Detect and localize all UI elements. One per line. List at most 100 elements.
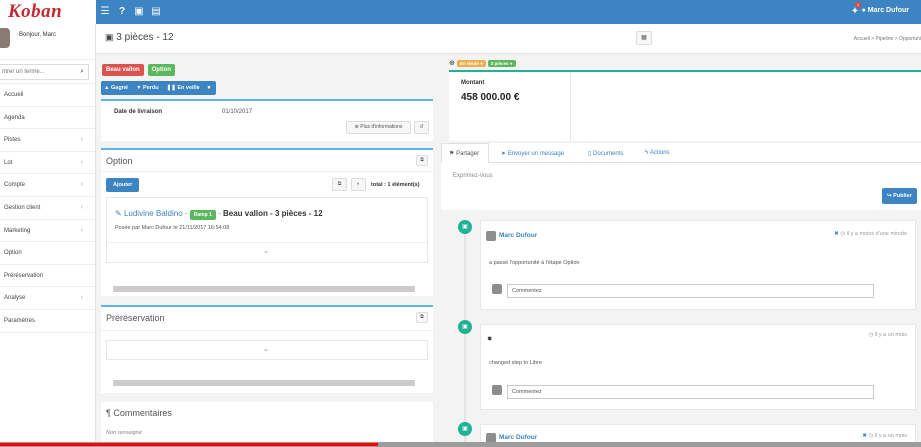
sidebar-item-param-tres[interactable]: Paramètres	[0, 310, 95, 333]
user-menu[interactable]: ● Marc Dufour	[862, 7, 909, 14]
horizontal-scrollbar[interactable]	[113, 380, 415, 386]
timeline-money-icon: ▣	[458, 220, 472, 234]
timeline-money-icon: ▣	[458, 422, 472, 436]
search-icon[interactable]: ⌕	[80, 68, 84, 76]
chevron-down-icon[interactable]: ⌄	[263, 247, 269, 255]
sidebar-item-label: Marketing	[4, 227, 31, 234]
sidebar-item-label: Paramètres	[4, 317, 36, 324]
comments-panel: ¶ Commentaires Non renseigné	[101, 402, 433, 442]
refresh-button[interactable]: ◐	[351, 178, 366, 191]
prereservation-list: ⌄	[106, 340, 428, 360]
more-info-button[interactable]: ⊕ Plus d'informations	[346, 121, 411, 134]
sidebar-item-option[interactable]: Option	[0, 242, 95, 265]
timeline-author[interactable]: Marc Dufour	[499, 434, 537, 441]
copy-icon[interactable]: ⧉	[416, 312, 428, 323]
prereservation-title: Préréservation	[106, 313, 165, 323]
close-icon[interactable]: ✖	[862, 433, 867, 439]
won-label: Gagné	[110, 85, 129, 91]
chevron-left-icon: ‹	[80, 136, 83, 144]
sidebar-item-pr-r-servation[interactable]: Préréservation	[0, 265, 95, 288]
plus-circle-icon[interactable]: ⊕	[449, 60, 455, 67]
chevron-left-icon: ‹	[80, 203, 83, 211]
divider	[570, 72, 571, 141]
tab-actions[interactable]: ϟ Actions	[645, 150, 670, 156]
avatar[interactable]	[0, 28, 10, 48]
won-button[interactable]: ▲ Gagné	[101, 81, 132, 95]
amount-panel: Montant 458 000.00 €	[449, 72, 921, 141]
timeline-text: changed step to Libre	[489, 360, 542, 366]
lost-button[interactable]: ▼ Perdu	[133, 81, 162, 95]
prereservation-panel: Préréservation ⧉ ⌄	[101, 305, 433, 393]
money-icon[interactable]: ▣	[133, 5, 145, 19]
sidebar-item-accueil[interactable]: Accueil	[0, 84, 95, 107]
trash-icon[interactable]: ▤	[150, 5, 162, 19]
timeline-time-text: il y a un mois	[874, 332, 907, 338]
hamburger-icon[interactable]: ☰	[99, 5, 111, 19]
comments-empty: Non renseigné	[106, 430, 142, 436]
share-input[interactable]: Exprimez-vous	[453, 173, 493, 179]
grid-button[interactable]: ▦	[636, 31, 652, 45]
flag-icon: ⚑	[449, 151, 455, 157]
sidebar-item-label: Accueil	[4, 92, 24, 98]
add-option-button[interactable]: Ajouter	[106, 178, 140, 192]
clock-icon: ◷	[840, 231, 846, 237]
pause-icon: ❚❚	[166, 85, 176, 91]
dropdown-toggle[interactable]: ▾	[204, 81, 214, 95]
sidebar-item-label: Pistes	[4, 137, 21, 144]
sidebar-item-lot[interactable]: Lot ‹	[0, 152, 95, 175]
comment-input[interactable]: Commentez	[507, 385, 874, 399]
publish-label: Publier	[893, 193, 912, 199]
breadcrumb[interactable]: Accueil > Pipeline > Opportuni	[854, 36, 921, 42]
timeline-author[interactable]: Marc Dufour	[499, 232, 537, 239]
copy-button[interactable]: ⧉	[332, 178, 347, 191]
clock-icon: ◷	[868, 332, 874, 338]
comments-title: ¶ Commentaires	[106, 408, 172, 418]
timeline-line	[464, 223, 466, 447]
publish-button[interactable]: ↪ Publier	[882, 188, 917, 204]
tabs-line	[489, 162, 921, 163]
sidebar-item-agenda[interactable]: Agenda	[0, 107, 95, 130]
paragraph-icon: ¶	[106, 408, 111, 418]
undo-button[interactable]: ↺	[414, 121, 429, 134]
copy-icon[interactable]: ⧉	[416, 155, 428, 166]
sidebar-item-analyse[interactable]: Analyse ‹	[0, 287, 95, 310]
avatar[interactable]	[486, 231, 496, 241]
sidebar-item-gestion-client[interactable]: Gestion client ‹	[0, 197, 95, 220]
sidebar-item-label: Préréservation	[4, 272, 44, 279]
labels-row: Beau vallon Option	[102, 64, 175, 76]
page-header: ▣ 3 pièces - 12 ▦ Accueil > Pipeline > O…	[96, 24, 921, 54]
tab-share[interactable]: ⚑ Partager	[449, 150, 479, 157]
close-icon[interactable]: ✖	[834, 231, 839, 237]
tab-documents[interactable]: ▯ Documents	[588, 150, 623, 157]
standby-button[interactable]: ❚❚ En veille	[163, 81, 203, 95]
video-progress-fill	[0, 443, 378, 446]
comment-input[interactable]: Commentez	[507, 284, 874, 298]
details-panel: Date de livraison 01/10/2017 ⊕ Plus d'in…	[101, 99, 433, 141]
sidebar-item-label: Agenda	[4, 114, 25, 121]
tab-send-message-label: Envoyer un message	[507, 151, 565, 157]
sidebar-item-label: Analyse	[4, 295, 26, 302]
sidebar-item-marketing[interactable]: Marketing ‹	[0, 220, 95, 243]
chevron-down-icon[interactable]: ⌄	[263, 345, 269, 353]
chevron-left-icon: ‹	[80, 181, 83, 189]
avatar	[492, 284, 502, 294]
help-icon[interactable]: ?	[116, 5, 128, 19]
sidebar-item-compte[interactable]: Compte ‹	[0, 174, 95, 197]
sidebar-item-pistes[interactable]: Pistes ‹	[0, 129, 95, 152]
sidebar-search: ⌕	[0, 60, 95, 84]
logo[interactable]: Koban	[0, 0, 96, 24]
pencil-icon[interactable]: ✎	[115, 209, 122, 218]
search-input[interactable]	[0, 64, 89, 80]
chevron-left-icon: ‹	[80, 158, 83, 166]
sidebar-item-label: Option	[4, 250, 22, 257]
timeline-time-text: il y a un mois	[874, 433, 907, 439]
tab-send-message[interactable]: ➤ Envoyer un message	[501, 150, 564, 157]
person-link[interactable]: Ludivine Baldino	[124, 209, 183, 218]
horizontal-scrollbar[interactable]	[113, 286, 415, 292]
label-beau-vallon: Beau vallon	[102, 64, 144, 76]
file-icon: ▯	[588, 151, 592, 157]
divider	[101, 171, 433, 172]
option-item-header: ✎ Ludivine Baldino - Ramp 1 - Beau vallo…	[115, 209, 323, 220]
option-panel: Option ⧉ Ajouter ⧉ ◐ total : 1 élément(s…	[101, 148, 433, 296]
video-progress-bar[interactable]	[0, 442, 921, 447]
